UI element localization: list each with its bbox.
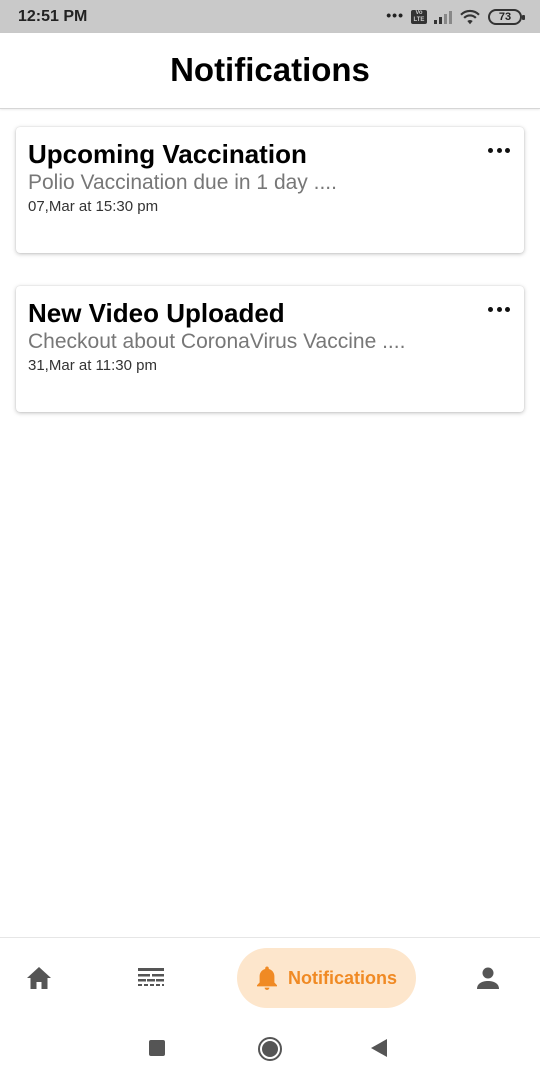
system-navigation-bar: [0, 1017, 540, 1080]
bottom-navigation: Notifications: [0, 937, 540, 1017]
notification-title: Upcoming Vaccination: [28, 139, 307, 169]
page-title: Notifications: [170, 51, 370, 88]
feed-icon: [138, 968, 164, 986]
back-icon[interactable]: [371, 1039, 387, 1057]
notification-time: 31,Mar at 11:30 pm: [28, 357, 157, 374]
bell-icon: [256, 966, 277, 990]
app-header: Notifications: [0, 33, 540, 109]
signal-icon: [434, 10, 452, 24]
nav-profile-button[interactable]: [463, 948, 513, 1008]
notification-body: Polio Vaccination due in 1 day ....: [28, 171, 337, 194]
notification-card[interactable]: New Video Uploaded Checkout about Corona…: [16, 286, 524, 412]
home-circle-icon[interactable]: [258, 1037, 282, 1061]
more-options-icon[interactable]: [488, 304, 510, 314]
notification-time: 07,Mar at 15:30 pm: [28, 198, 159, 215]
volte-icon: Vo LTE: [411, 10, 427, 24]
status-time: 12:51 PM: [18, 8, 88, 25]
recent-apps-icon[interactable]: [149, 1040, 165, 1056]
wifi-icon: [460, 9, 480, 25]
home-icon: [27, 967, 51, 989]
status-bar: 12:51 PM ••• Vo LTE 73: [0, 0, 540, 33]
notification-title: New Video Uploaded: [28, 298, 285, 328]
notification-list: Upcoming Vaccination Polio Vaccination d…: [16, 127, 524, 445]
notification-body: Checkout about CoronaVirus Vaccine ....: [28, 330, 406, 353]
status-dots: •••: [386, 6, 404, 23]
nav-notifications-button[interactable]: Notifications: [237, 948, 416, 1008]
more-options-icon[interactable]: [488, 145, 510, 155]
status-icons: ••• Vo LTE 73: [386, 6, 525, 27]
nav-notifications-label: Notifications: [287, 967, 397, 988]
nav-home-button[interactable]: [14, 948, 64, 1008]
person-icon: [477, 967, 499, 989]
nav-feed-button[interactable]: [126, 948, 176, 1008]
notification-card[interactable]: Upcoming Vaccination Polio Vaccination d…: [16, 127, 524, 253]
battery-icon: 73: [488, 9, 525, 25]
